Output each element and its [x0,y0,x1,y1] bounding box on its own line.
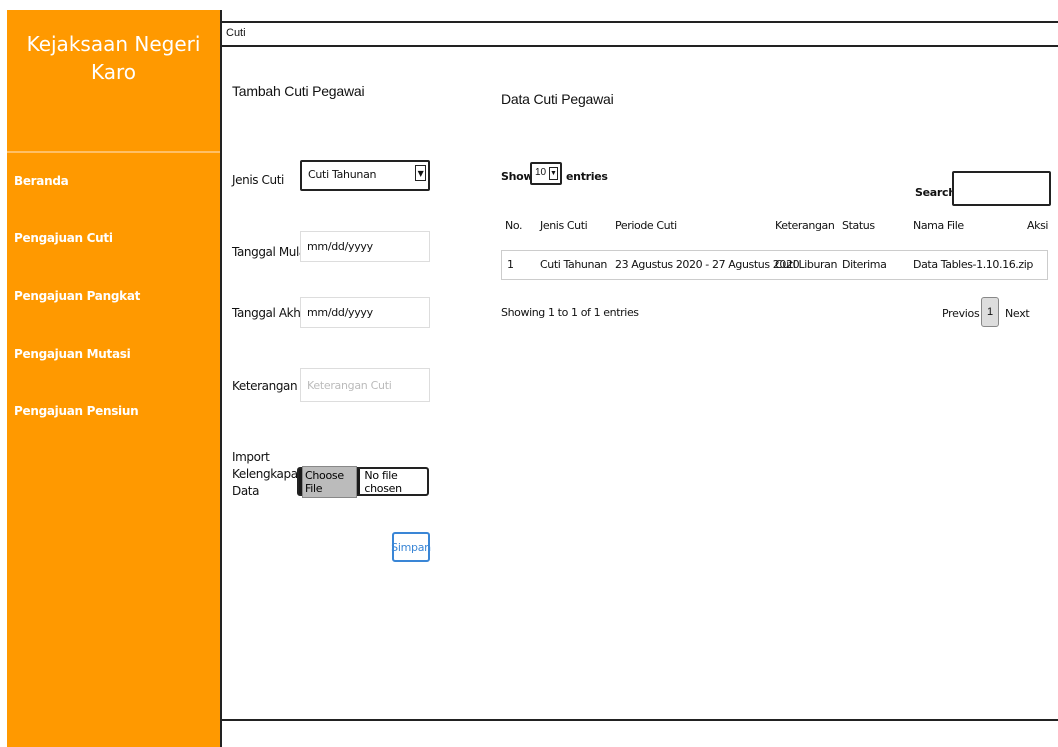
import-label-line-1: Import [232,450,270,464]
choose-file-button[interactable]: Choose File [299,465,361,498]
pagination-next[interactable]: Next [1005,307,1030,320]
sidebar-item-pengajuan-pensiun[interactable]: Pengajuan Pensiun [14,404,139,418]
sidebar-item-pengajuan-cuti[interactable]: Pengajuan Cuti [14,231,113,245]
jenis-cuti-label: Jenis Cuti [232,173,284,187]
column-header-keterangan[interactable]: Keterangan [775,219,835,232]
column-header-status[interactable]: Status [842,219,875,232]
top-bar: Cuti [222,21,1058,47]
page-length-value: 10 [535,167,547,178]
form-heading: Tambah Cuti Pegawai [232,83,365,99]
cell-no: 1 [507,258,514,271]
chevron-down-icon: ▼ [549,167,558,180]
file-status: No file chosen [364,468,402,495]
keterangan-label: Keterangan [232,379,298,393]
main-content: Tambah Cuti Pegawai Jenis Cuti Cuti Tahu… [222,47,1058,747]
column-header-jenis-cuti[interactable]: Jenis Cuti [540,219,588,232]
show-label: Show [501,170,534,183]
choose-file-label: Choose File [302,465,358,498]
table-info: Showing 1 to 1 of 1 entries [501,306,639,319]
sidebar: Kejaksaan Negeri Karo Beranda Pengajuan … [7,10,222,747]
cell-status: Diterima [842,258,887,271]
brand-title: Kejaksaan Negeri Karo [7,10,220,153]
entries-label: entries [566,170,608,183]
keterangan-input[interactable]: Keterangan Cuti [300,368,430,402]
file-input[interactable]: Choose File No file chosen [297,465,429,498]
jenis-cuti-value: Cuti Tahunan [308,168,377,181]
footer-divider [222,719,1058,721]
cell-keterangan: Cuti Liburan [775,258,838,271]
pagination-previous[interactable]: Previos [942,307,980,320]
chevron-down-icon: ▼ [415,165,426,181]
search-input[interactable] [952,171,1051,206]
cell-nama-file[interactable]: Data Tables-1.10.16.zip [913,258,1033,271]
column-header-nama-file[interactable]: Nama File [913,219,964,232]
column-header-no: No. [505,219,523,232]
table-heading: Data Cuti Pegawai [501,91,614,107]
cell-jenis-cuti: Cuti Tahunan [540,258,607,271]
pagination-current-page[interactable]: 1 [981,297,999,327]
jenis-cuti-select[interactable]: Cuti Tahunan ▼ [300,160,430,191]
tanggal-mulai-input[interactable]: mm/dd/yyyy [300,231,430,262]
sidebar-item-pengajuan-pangkat[interactable]: Pengajuan Pangkat [14,289,140,303]
sidebar-item-beranda[interactable]: Beranda [14,174,69,188]
cell-periode-cuti: 23 Agustus 2020 - 27 Agustus 2020 [615,258,800,271]
page-title: Cuti [226,27,246,39]
tanggal-mulai-label: Tanggal Mulai [232,245,309,259]
tanggal-akhir-input[interactable]: mm/dd/yyyy [300,297,430,328]
column-header-aksi: Aksi [1027,219,1049,232]
column-header-periode-cuti[interactable]: Periode Cuti [615,219,677,232]
tanggal-akhir-label: Tanggal Akhir [232,306,308,320]
import-label-line-2: Kelengkapan [232,467,305,481]
sidebar-item-pengajuan-mutasi[interactable]: Pengajuan Mutasi [14,347,131,361]
simpan-button[interactable]: Simpan [391,532,431,562]
page-length-select[interactable]: 10 ▼ [530,162,562,185]
import-label-line-3: Data [232,484,260,498]
